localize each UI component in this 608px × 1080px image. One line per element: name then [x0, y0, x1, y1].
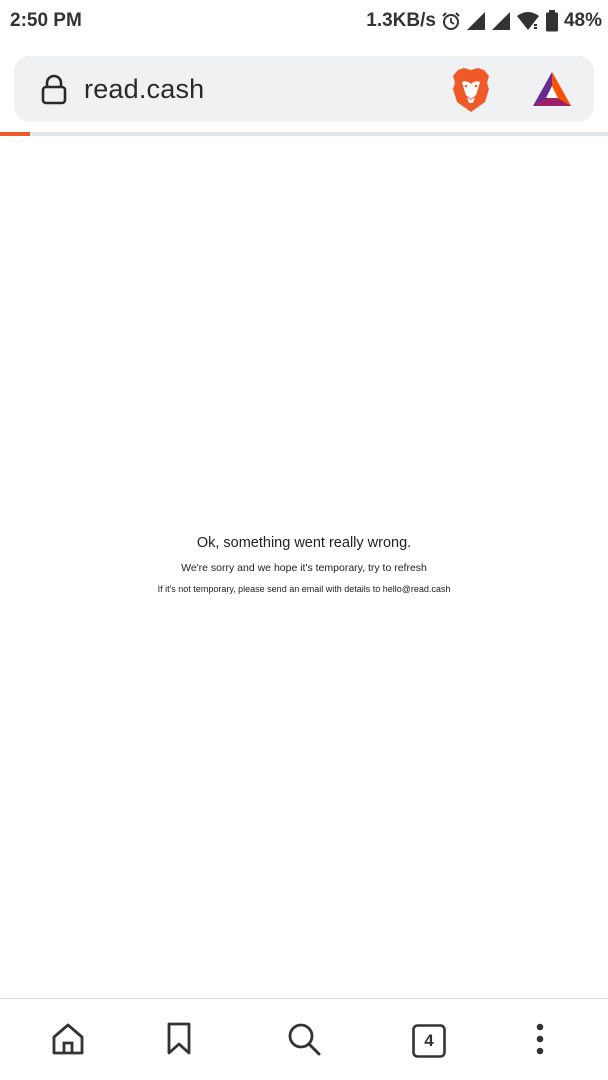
error-message: We're sorry and we hope it's temporary, …	[181, 562, 427, 574]
bookmarks-button[interactable]	[159, 1021, 199, 1061]
browser-screen: 2:50 PM 1.3KB/s 48% read.cash Ok, someth…	[0, 0, 608, 1080]
url-text[interactable]: read.cash	[84, 74, 204, 105]
home-icon	[50, 1021, 86, 1062]
error-contact-message: If it's not temporary, please send an em…	[157, 584, 451, 594]
status-time: 2:50 PM	[10, 10, 82, 31]
bottom-toolbar: 4	[0, 998, 608, 1080]
url-bar[interactable]: read.cash	[14, 56, 594, 122]
menu-button[interactable]	[520, 1021, 560, 1061]
bat-rewards-icon[interactable]	[532, 71, 572, 107]
battery-icon	[545, 10, 559, 32]
tabs-icon: 4	[412, 1024, 446, 1058]
network-speed: 1.3KB/s	[366, 10, 436, 31]
battery-percent: 48%	[563, 10, 602, 31]
menu-icon	[535, 1022, 545, 1061]
tab-count: 4	[424, 1031, 434, 1050]
wifi-icon	[516, 11, 540, 31]
web-content: Ok, something went really wrong. We're s…	[0, 136, 608, 998]
status-indicators: 1.3KB/s 48%	[366, 8, 602, 34]
lock-icon[interactable]	[38, 73, 70, 105]
alarm-icon	[441, 11, 461, 31]
signal-icon	[491, 11, 511, 31]
error-title: Ok, something went really wrong.	[196, 535, 412, 551]
search-icon	[286, 1021, 322, 1062]
home-button[interactable]	[48, 1021, 88, 1061]
signal-icon	[466, 11, 486, 31]
tabs-button[interactable]: 4	[409, 1021, 449, 1061]
search-button[interactable]	[284, 1021, 324, 1061]
bookmark-icon	[164, 1022, 194, 1061]
status-bar: 2:50 PM 1.3KB/s 48%	[0, 0, 608, 44]
brave-shields-icon[interactable]	[450, 67, 492, 113]
